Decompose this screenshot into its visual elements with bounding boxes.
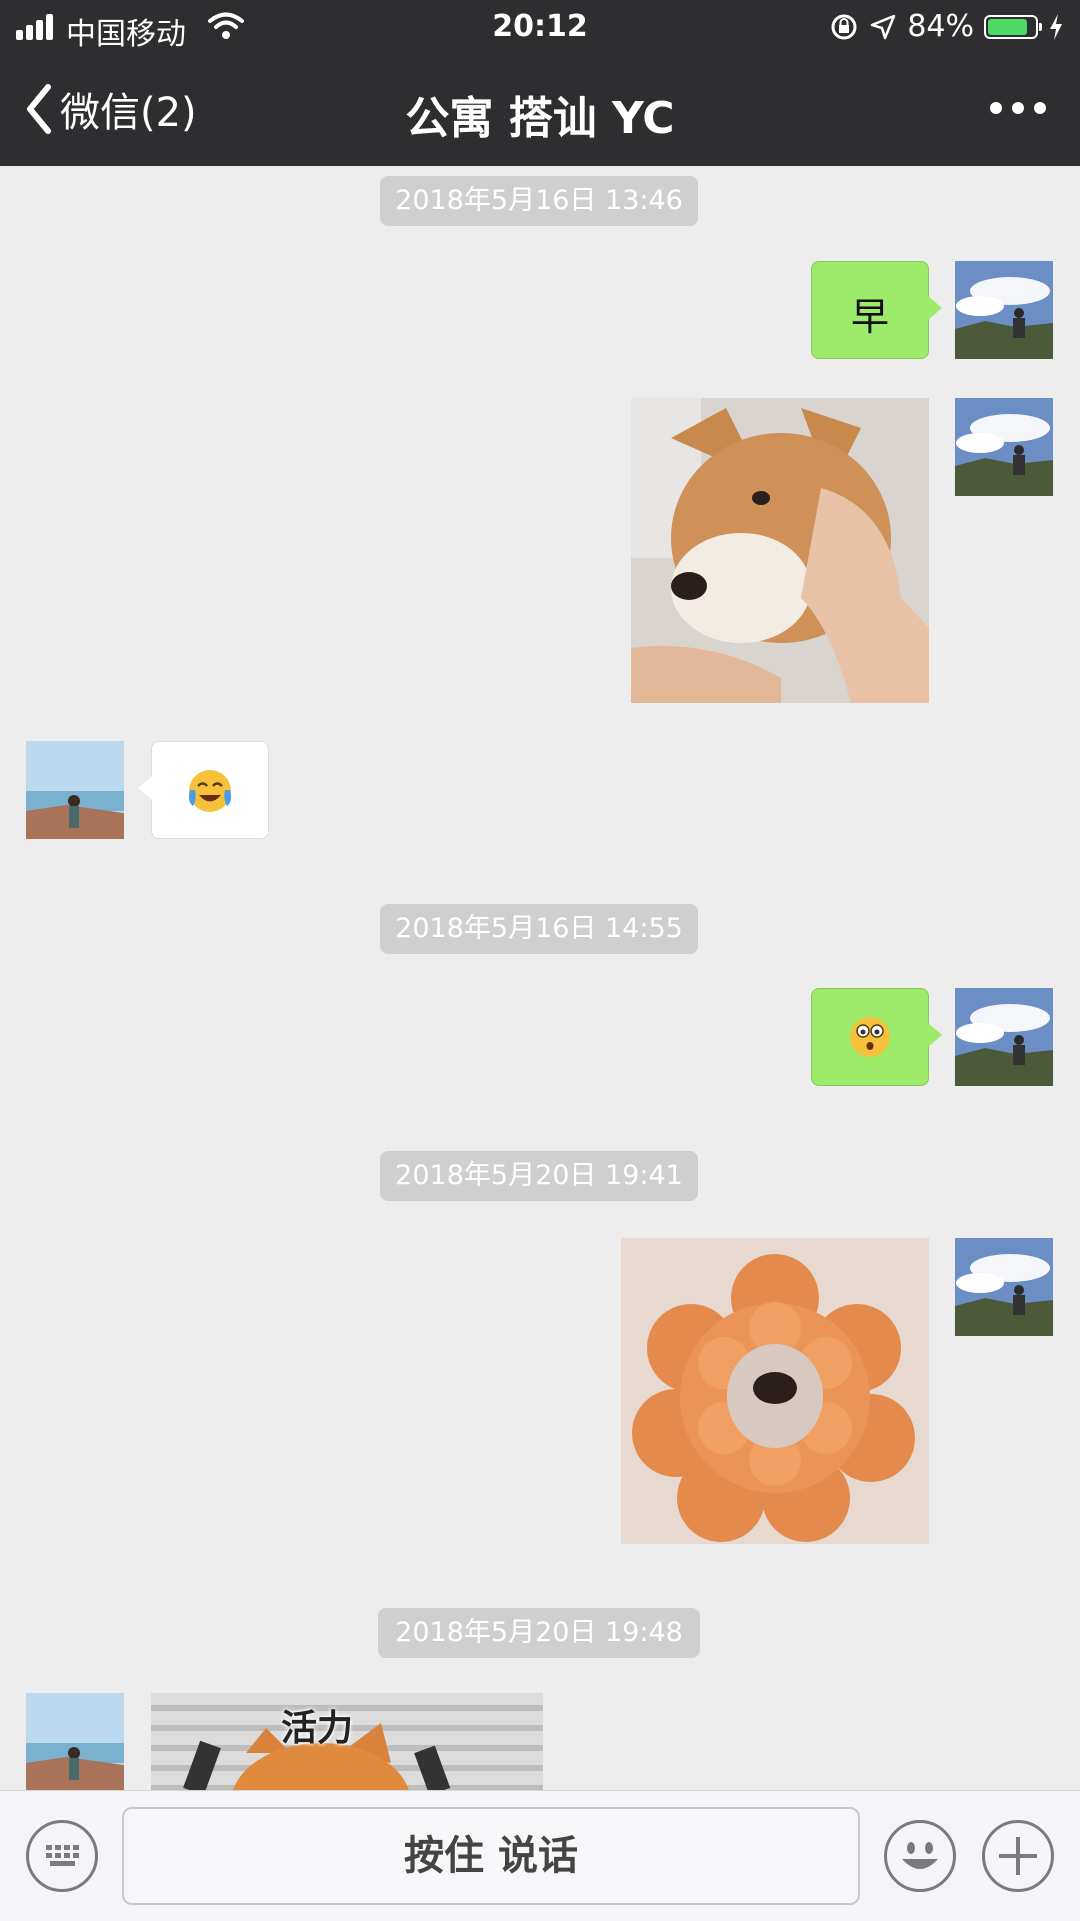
timestamp: 2018年5月20日 19:41 bbox=[380, 1151, 698, 1201]
battery-percent: 84% bbox=[907, 9, 974, 44]
status-right: 84% bbox=[829, 9, 1064, 44]
message-list[interactable]: 2018年5月16日 13:46 早 2018年5月16日 14:55 2018… bbox=[0, 166, 1080, 1790]
sent-message-bubble[interactable]: 早 bbox=[811, 261, 942, 359]
my-avatar[interactable] bbox=[955, 1238, 1053, 1336]
nav-bar: 微信(2) 公寓 搭讪 YC bbox=[0, 64, 1080, 154]
received-message-bubble[interactable] bbox=[138, 741, 269, 839]
sent-message-bubble[interactable] bbox=[811, 988, 942, 1086]
flower-dog-sticker-image[interactable] bbox=[621, 1238, 929, 1544]
charging-icon bbox=[1050, 13, 1062, 40]
my-avatar[interactable] bbox=[955, 988, 1053, 1086]
surprised-emoji-icon bbox=[850, 1017, 890, 1057]
battery-icon bbox=[984, 14, 1042, 39]
dog-sticker-image[interactable] bbox=[631, 398, 929, 703]
crying-laughing-emoji-icon bbox=[189, 770, 231, 812]
keyboard-icon[interactable] bbox=[26, 1820, 98, 1892]
wechat-chat-screen: 中国移动 20:12 84% 微信(2) 公寓 搭讪 YC 2018年5月16日… bbox=[0, 0, 1080, 1921]
timestamp: 2018年5月16日 13:46 bbox=[380, 176, 698, 226]
timestamp: 2018年5月16日 14:55 bbox=[380, 904, 698, 954]
plus-icon[interactable] bbox=[982, 1820, 1054, 1892]
orientation-lock-icon bbox=[831, 14, 857, 39]
my-avatar[interactable] bbox=[955, 398, 1053, 496]
message-text: 早 bbox=[850, 295, 889, 339]
emoji-icon[interactable] bbox=[884, 1820, 956, 1892]
more-dots-icon[interactable] bbox=[990, 94, 1050, 124]
input-bar: 按住 说话 bbox=[0, 1790, 1080, 1921]
contact-avatar[interactable] bbox=[26, 1693, 124, 1790]
cat-sticker-image[interactable]: 活力 bbox=[151, 1693, 543, 1790]
my-avatar[interactable] bbox=[955, 261, 1053, 359]
location-icon bbox=[871, 14, 896, 39]
sticker-caption: 活力 bbox=[281, 1708, 354, 1749]
timestamp: 2018年5月20日 19:48 bbox=[378, 1608, 700, 1658]
contact-avatar[interactable] bbox=[26, 741, 124, 839]
top-bar: 中国移动 20:12 84% 微信(2) 公寓 搭讪 YC bbox=[0, 0, 1080, 166]
hold-to-talk-button[interactable]: 按住 说话 bbox=[122, 1807, 860, 1905]
chat-title: 公寓 搭讪 YC bbox=[405, 93, 675, 144]
status-bar: 中国移动 20:12 84% bbox=[0, 0, 1080, 54]
